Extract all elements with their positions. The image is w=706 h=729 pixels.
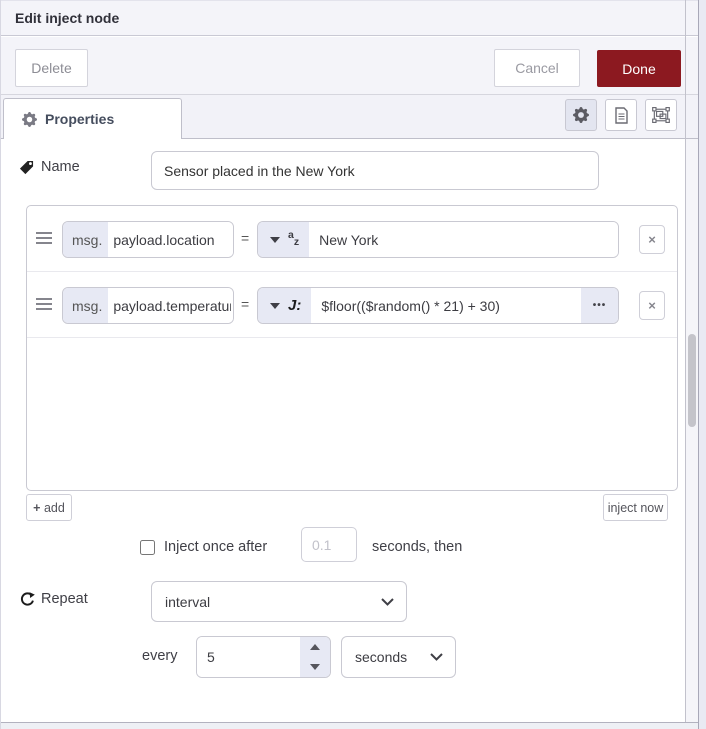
inject-now-button[interactable]: inject now — [603, 494, 668, 521]
typed-input-field: J: ••• — [257, 287, 619, 324]
repeat-icon — [20, 591, 35, 607]
chevron-down-icon — [381, 597, 394, 606]
rule-row: msg. = J: ••• × — [27, 272, 677, 338]
scrollbar-thumb[interactable] — [688, 334, 696, 427]
dialog-toolbar: Delete Cancel Done — [1, 37, 699, 95]
done-button[interactable]: Done — [597, 50, 681, 87]
typed-input-field: az — [257, 221, 619, 258]
plus-icon: + — [33, 500, 41, 515]
document-icon — [614, 106, 629, 124]
remove-rule-button[interactable]: × — [639, 291, 665, 320]
type-select-button[interactable]: J: — [258, 288, 312, 323]
expand-expression-button[interactable]: ••• — [581, 288, 618, 323]
interval-value-field — [196, 636, 331, 678]
tag-icon — [19, 160, 34, 175]
equals-sign: = — [241, 230, 250, 246]
chevron-down-icon — [430, 653, 443, 661]
interval-unit-select[interactable]: seconds — [341, 636, 456, 678]
string-type-icon: az — [288, 229, 300, 249]
appearance-tab-button[interactable] — [645, 99, 677, 131]
rules-list: msg. = az × msg. — [26, 205, 678, 491]
name-label: Name — [41, 159, 80, 175]
arrow-down-icon — [310, 664, 320, 670]
repeat-row: Repeat interval — [1, 581, 687, 631]
dialog-header: Edit inject node — [1, 0, 699, 36]
delete-button[interactable]: Delete — [15, 49, 88, 87]
dialog-bottom-edge — [1, 722, 706, 729]
dialog-title: Edit inject node — [15, 10, 120, 26]
drag-handle-icon[interactable] — [36, 298, 52, 313]
cancel-button[interactable]: Cancel — [494, 49, 580, 87]
gear-icon — [22, 111, 37, 127]
msg-prefix: msg. — [63, 222, 109, 257]
spinner-up-button[interactable] — [300, 637, 330, 657]
property-field: msg. — [62, 221, 234, 258]
every-label: every — [142, 648, 178, 664]
spinner-down-button[interactable] — [300, 657, 330, 677]
inject-once-checkbox[interactable] — [140, 540, 155, 555]
repeat-select[interactable]: interval — [151, 581, 407, 622]
once-delay-input[interactable] — [301, 527, 357, 562]
property-input[interactable] — [108, 222, 233, 257]
tab-bar: Properties — [1, 95, 699, 139]
equals-sign: = — [241, 296, 250, 312]
property-field: msg. — [62, 287, 234, 324]
inject-once-label: Inject once after — [164, 539, 268, 555]
value-input[interactable] — [309, 222, 618, 257]
edit-inject-node-dialog: Edit inject node Delete Cancel Done Prop… — [0, 0, 706, 729]
remove-rule-button[interactable]: × — [639, 225, 665, 254]
gear-icon — [573, 107, 589, 123]
name-input[interactable] — [151, 151, 599, 190]
properties-tab-button[interactable] — [565, 99, 597, 131]
type-select-button[interactable]: az — [258, 222, 310, 257]
number-spinner — [300, 637, 330, 677]
property-input[interactable] — [108, 288, 233, 323]
add-rule-button[interactable]: + add — [26, 494, 72, 521]
caret-down-icon — [270, 302, 280, 309]
tab-properties[interactable]: Properties — [3, 98, 182, 139]
description-tab-button[interactable] — [605, 99, 637, 131]
ellipsis-icon: ••• — [592, 300, 607, 311]
tab-properties-label: Properties — [45, 111, 115, 127]
object-group-icon — [652, 107, 670, 123]
inject-once-row: Inject once after seconds, then — [1, 527, 687, 573]
caret-down-icon — [270, 236, 280, 243]
workspace-edge — [698, 0, 706, 729]
drag-handle-icon[interactable] — [36, 232, 52, 247]
jsonata-type-icon: J: — [288, 297, 302, 314]
every-row: every seconds — [1, 636, 687, 686]
arrow-up-icon — [310, 644, 320, 650]
expression-input[interactable] — [311, 288, 581, 323]
repeat-label: Repeat — [41, 591, 88, 607]
seconds-then-label: seconds, then — [372, 539, 463, 555]
msg-prefix: msg. — [63, 288, 109, 323]
properties-form: Name msg. = az × — [1, 139, 687, 722]
rule-row: msg. = az × — [27, 206, 677, 272]
interval-value-input[interactable] — [197, 637, 300, 677]
